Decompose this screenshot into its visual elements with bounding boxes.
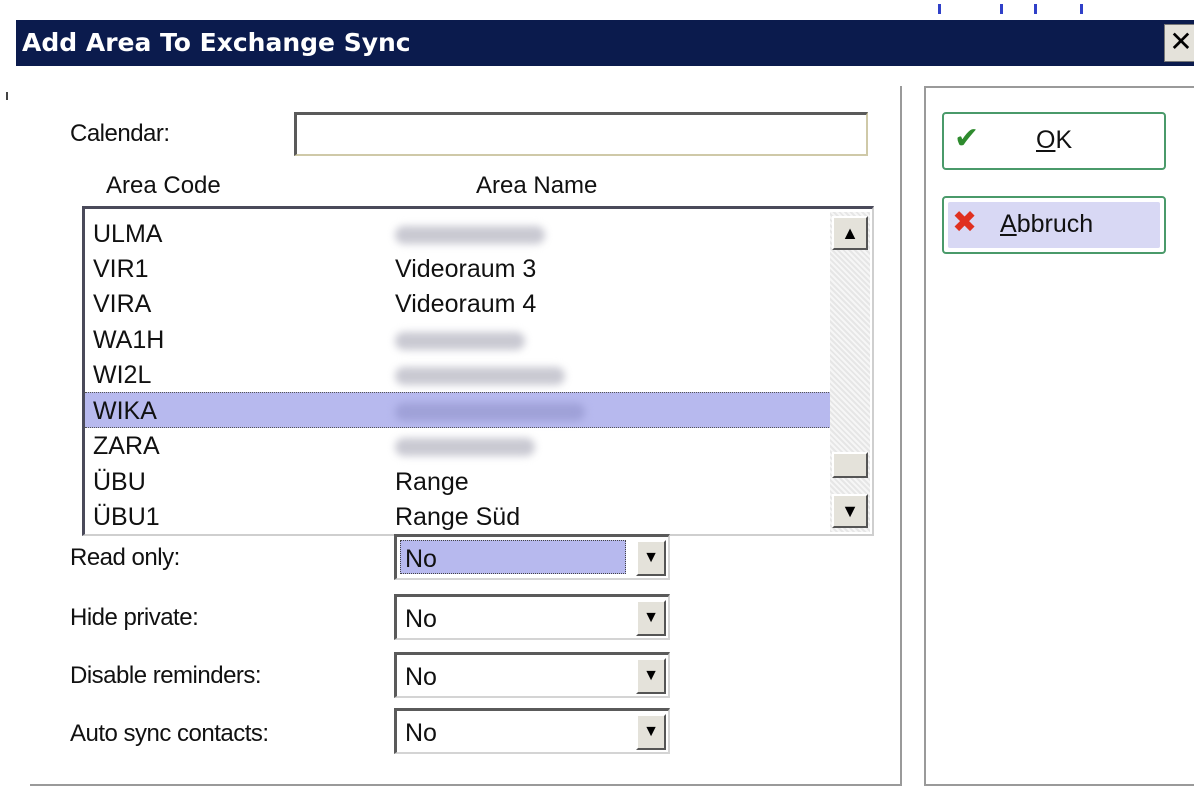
scroll-thumb[interactable]: [832, 452, 868, 478]
window-title: Add Area To Exchange Sync: [22, 28, 411, 57]
list-item[interactable]: ÜBU1 Range Süd: [85, 499, 831, 534]
area-code: ÜBU: [93, 468, 146, 496]
left-edge-artifact: [6, 92, 8, 100]
area-code: ULMA: [93, 220, 163, 248]
disable-reminders-dropdown-button[interactable]: ▼: [636, 658, 666, 694]
auto-sync-contacts-label: Auto sync contacts:: [70, 720, 269, 747]
checkmark-icon: ✔: [954, 122, 980, 155]
cancel-button[interactable]: ✖ Abbruch: [942, 196, 1166, 254]
ok-button[interactable]: ✔ OK: [942, 112, 1166, 170]
close-button[interactable]: ✕: [1164, 24, 1194, 62]
hide-private-value: No: [405, 605, 437, 633]
hide-private-label: Hide private:: [70, 604, 199, 631]
area-name: Range: [395, 468, 469, 496]
chevron-down-icon: ▼: [643, 723, 659, 740]
x-icon: ✖: [952, 206, 978, 239]
redacted-area-name: [395, 367, 565, 385]
arrow-down-icon: ▼: [841, 501, 859, 521]
scroll-up-button[interactable]: ▲: [832, 216, 868, 250]
disable-reminders-select[interactable]: No ▼: [394, 652, 670, 698]
area-code: ÜBU1: [93, 503, 160, 531]
read-only-label: Read only:: [70, 544, 180, 571]
chevron-down-icon: ▼: [643, 609, 659, 626]
top-edge-artifact: [930, 4, 1090, 16]
list-item-selected[interactable]: WIKA: [85, 392, 831, 428]
auto-sync-contacts-dropdown-button[interactable]: ▼: [636, 714, 666, 750]
area-name: Videoraum 3: [395, 255, 537, 283]
auto-sync-contacts-select[interactable]: No ▼: [394, 708, 670, 754]
disable-reminders-label: Disable reminders:: [70, 662, 262, 689]
scroll-down-button[interactable]: ▼: [832, 494, 868, 528]
redacted-area-name: [395, 403, 585, 421]
chevron-down-icon: ▼: [643, 667, 659, 684]
chevron-down-icon: ▼: [643, 549, 659, 566]
list-item[interactable]: WI2L: [85, 357, 831, 393]
area-code: WA1H: [93, 326, 165, 354]
area-name: Range Süd: [395, 503, 521, 531]
redacted-area-name: [395, 226, 545, 244]
area-code-column-header: Area Code: [106, 172, 221, 199]
read-only-dropdown-button[interactable]: ▼: [636, 540, 666, 576]
calendar-label: Calendar:: [70, 120, 170, 147]
disable-reminders-value: No: [405, 663, 437, 691]
list-item[interactable]: VIRA Videoraum 4: [85, 286, 831, 322]
redacted-area-name: [395, 438, 535, 456]
list-item[interactable]: ULMA: [85, 216, 831, 252]
list-item[interactable]: ZARA: [85, 428, 831, 464]
area-code: ZARA: [93, 432, 160, 460]
list-item[interactable]: ÜBU Range: [85, 464, 831, 500]
hide-private-dropdown-button[interactable]: ▼: [636, 600, 666, 636]
hide-private-select[interactable]: No ▼: [394, 594, 670, 640]
auto-sync-contacts-value: No: [405, 719, 437, 747]
cancel-button-label: Abbruch: [1000, 210, 1094, 238]
area-name-column-header: Area Name: [476, 172, 598, 199]
area-code: VIR1: [93, 255, 149, 283]
redacted-area-name: [395, 332, 525, 350]
calendar-input[interactable]: [294, 112, 868, 156]
area-code: VIRA: [93, 290, 152, 318]
list-item[interactable]: WA1H: [85, 322, 831, 358]
read-only-select[interactable]: No ▼: [394, 534, 670, 580]
button-panel: [924, 86, 1194, 786]
area-code: WI2L: [93, 361, 152, 389]
list-item[interactable]: VIR1 Videoraum 3: [85, 251, 831, 287]
arrow-up-icon: ▲: [841, 223, 859, 243]
list-scrollbar[interactable]: [830, 212, 870, 532]
close-icon: ✕: [1169, 25, 1193, 58]
title-bar: Add Area To Exchange Sync: [16, 20, 1194, 66]
read-only-value: No: [405, 545, 437, 573]
ok-button-label: OK: [1036, 126, 1073, 154]
area-listbox[interactable]: ULMA VIR1 Videoraum 3 VIRA Videoraum 4 W…: [82, 206, 874, 536]
area-name: Videoraum 4: [395, 290, 537, 318]
area-code: WIKA: [93, 397, 157, 425]
